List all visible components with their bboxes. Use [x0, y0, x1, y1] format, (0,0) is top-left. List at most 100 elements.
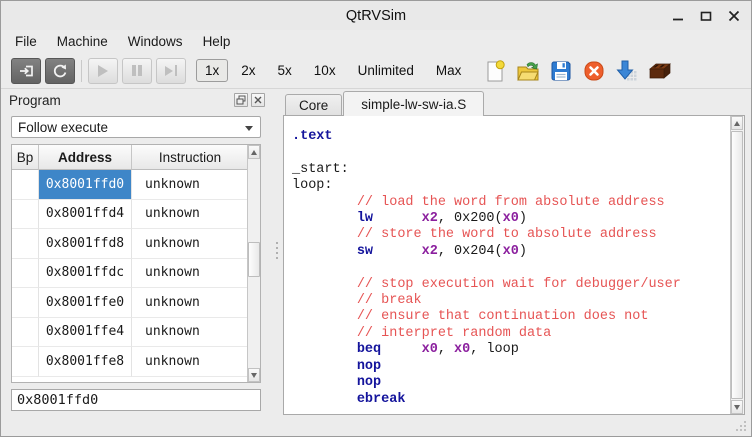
- instruction-cell[interactable]: unknown: [132, 347, 249, 377]
- column-header-address[interactable]: Address: [39, 145, 132, 170]
- new-source-button[interactable]: [482, 58, 508, 84]
- instruction-cell[interactable]: unknown: [132, 200, 249, 230]
- address-input[interactable]: 0x8001ffd0: [11, 389, 261, 411]
- program-table-scrollbar[interactable]: [247, 145, 260, 382]
- menu-machine[interactable]: Machine: [47, 32, 118, 51]
- menu-help[interactable]: Help: [193, 32, 241, 51]
- menu-file[interactable]: File: [5, 32, 47, 51]
- address-cell[interactable]: 0x8001ffd0: [39, 170, 132, 200]
- step-button[interactable]: [156, 58, 186, 84]
- table-row: 0x8001ffd4unknown: [12, 200, 260, 230]
- instruction-cell[interactable]: unknown: [132, 288, 249, 318]
- table-row: 0x8001ffd0unknown: [12, 170, 260, 200]
- address-cell[interactable]: 0x8001ffdc: [39, 259, 132, 289]
- program-table-header: BpAddressInstruction: [12, 145, 260, 170]
- dock-close-button[interactable]: [251, 93, 265, 107]
- scroll-up-icon[interactable]: [248, 145, 260, 159]
- breakpoint-cell[interactable]: [12, 259, 39, 289]
- speed-5x-button[interactable]: 5x: [269, 59, 301, 82]
- close-icon[interactable]: [727, 9, 741, 23]
- window-title: QtRVSim: [346, 8, 406, 24]
- editor-scrollbar[interactable]: [730, 116, 744, 414]
- dock-close-icon: [253, 95, 263, 105]
- address-cell[interactable]: 0x8001ffe4: [39, 318, 132, 348]
- address-cell[interactable]: 0x8001ffe8: [39, 347, 132, 377]
- app-window: QtRVSim FileMachineWindowsHelp: [0, 0, 752, 437]
- breakpoint-cell[interactable]: [12, 170, 39, 200]
- toolbar-separator: [81, 60, 82, 82]
- breakpoint-cell[interactable]: [12, 288, 39, 318]
- instruction-cell[interactable]: unknown: [132, 229, 249, 259]
- instruction-cell[interactable]: unknown: [132, 318, 249, 348]
- title-bar: QtRVSim: [1, 1, 751, 30]
- dock-float-button[interactable]: [234, 93, 248, 107]
- main-area: Program Follow execute BpAdd: [1, 89, 751, 412]
- instruction-cell[interactable]: unknown: [132, 170, 249, 200]
- tab-bar: Coresimple-lw-sw-ia.S: [283, 91, 745, 115]
- code-editor[interactable]: .text _start:loop: // load the word from…: [283, 115, 745, 415]
- code-line: [292, 260, 730, 276]
- speed-max-button[interactable]: Max: [427, 59, 471, 82]
- file-actions: [482, 58, 673, 84]
- speed-2x-button[interactable]: 2x: [232, 59, 264, 82]
- program-panel-titlebar: Program: [1, 89, 271, 111]
- code-line: // break: [292, 293, 730, 309]
- toolbar: 1x2x5x10xUnlimitedMax: [1, 53, 751, 89]
- close-file-icon: [583, 60, 605, 82]
- breakpoint-cell[interactable]: [12, 229, 39, 259]
- address-cell[interactable]: 0x8001ffd4: [39, 200, 132, 230]
- pause-button[interactable]: [122, 58, 152, 84]
- pause-icon: [132, 65, 142, 76]
- tab-simple-lw-sw-ia-s[interactable]: simple-lw-sw-ia.S: [343, 91, 484, 116]
- address-cell[interactable]: 0x8001ffe0: [39, 288, 132, 318]
- resize-grip[interactable]: [735, 420, 747, 432]
- close-source-button[interactable]: [581, 58, 607, 84]
- speed-unlimited-button[interactable]: Unlimited: [349, 59, 423, 82]
- table-row: 0x8001ffe8unknown: [12, 347, 260, 377]
- code-line: // stop execution wait for debugger/user: [292, 277, 730, 293]
- breakpoint-cell[interactable]: [12, 318, 39, 348]
- program-table-body: 0x8001ffd0unknown0x8001ffd4unknown0x8001…: [12, 170, 260, 377]
- scrollbar-thumb[interactable]: [731, 131, 743, 399]
- table-row: 0x8001ffdcunknown: [12, 259, 260, 289]
- code-line: _start:: [292, 162, 730, 178]
- follow-mode-select[interactable]: Follow execute: [11, 116, 261, 138]
- status-bar: [1, 412, 751, 436]
- scrollbar-thumb[interactable]: [248, 242, 260, 277]
- speed-10x-button[interactable]: 10x: [305, 59, 345, 82]
- address-cell[interactable]: 0x8001ffd8: [39, 229, 132, 259]
- step-forward-icon: [165, 65, 177, 76]
- minimize-icon[interactable]: [671, 9, 685, 23]
- breakpoint-cell[interactable]: [12, 347, 39, 377]
- save-source-button[interactable]: [548, 58, 574, 84]
- download-icon: [615, 59, 639, 83]
- reload-icon: [52, 63, 68, 79]
- column-header-bp[interactable]: Bp: [12, 145, 39, 170]
- address-input-value: 0x8001ffd0: [17, 392, 98, 408]
- run-button[interactable]: [88, 58, 118, 84]
- breakpoint-cell[interactable]: [12, 200, 39, 230]
- machine-reset-button[interactable]: [11, 58, 41, 84]
- code-line: .text: [292, 129, 730, 145]
- instruction-cell[interactable]: unknown: [132, 259, 249, 289]
- maximize-icon[interactable]: [699, 9, 713, 23]
- code-area[interactable]: .text _start:loop: // load the word from…: [285, 117, 730, 413]
- scroll-down-icon[interactable]: [731, 400, 743, 414]
- menu-windows[interactable]: Windows: [118, 32, 193, 51]
- new-file-icon: [483, 59, 507, 83]
- download-memory-button[interactable]: [614, 58, 640, 84]
- program-panel-title: Program: [9, 93, 231, 108]
- compile-button[interactable]: [647, 58, 673, 84]
- float-icon: [236, 95, 246, 105]
- save-icon: [549, 59, 573, 83]
- machine-reload-button[interactable]: [45, 58, 75, 84]
- speed-1x-button[interactable]: 1x: [196, 59, 228, 82]
- scroll-up-icon[interactable]: [731, 116, 743, 130]
- scroll-down-icon[interactable]: [248, 368, 260, 382]
- open-source-button[interactable]: [515, 58, 541, 84]
- column-header-instruction[interactable]: Instruction: [132, 145, 249, 170]
- panel-splitter[interactable]: [271, 89, 283, 411]
- open-folder-icon: [516, 59, 540, 83]
- tab-core[interactable]: Core: [285, 94, 342, 115]
- reset-icon: [18, 63, 35, 79]
